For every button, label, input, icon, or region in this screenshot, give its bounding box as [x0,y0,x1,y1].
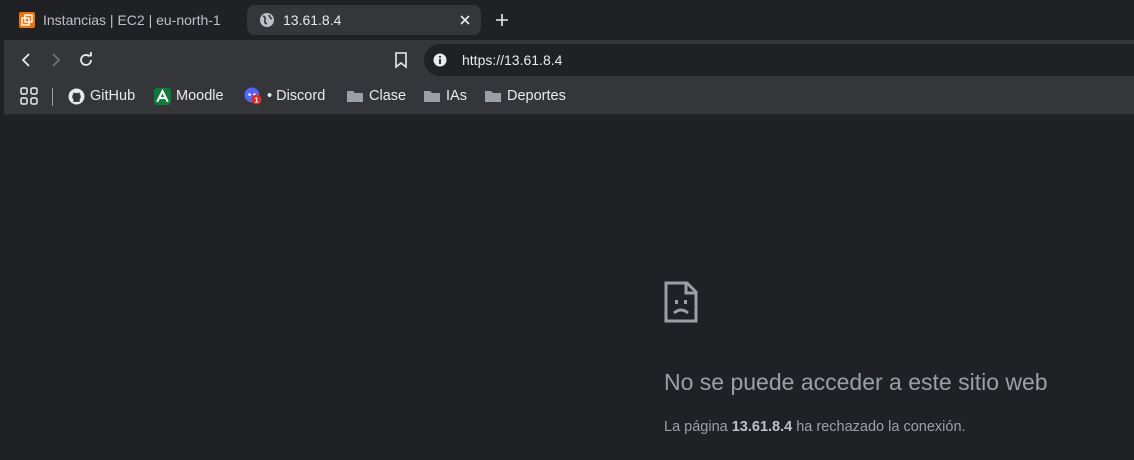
tab-title: Instancias | EC2 | eu-north-1 [43,12,221,28]
bookmark-folder-deportes[interactable]: Deportes [484,84,566,108]
github-icon [67,87,85,105]
new-tab-button[interactable] [492,10,512,30]
error-host: 13.61.8.4 [731,419,793,435]
url-input[interactable] [462,50,1062,70]
discord-icon: 1 [244,87,262,105]
bookmark-folder-ias[interactable]: IAs [423,84,467,108]
bookmark-label: Clase [369,88,407,104]
bookmark-folder-clase[interactable]: Clase [346,84,406,108]
bookmark-label: • Discord [267,88,326,104]
folder-icon [484,87,502,105]
forward-icon [52,53,61,67]
back-icon [21,53,30,67]
bookmark-button[interactable] [391,50,411,70]
plus-icon [496,14,508,26]
bookmarks-bar: GitHub Moodle 1 • Discord Clase IAs Depo… [4,80,1134,115]
info-icon[interactable] [432,52,448,68]
bookmark-moodle[interactable]: Moodle [153,84,224,108]
notification-badge: 1 [254,95,258,104]
back-button[interactable] [16,50,36,70]
reload-icon [80,52,92,66]
tab-ec2-instances[interactable]: Instancias | EC2 | eu-north-1 [10,5,242,35]
close-tab-icon[interactable] [457,12,473,28]
sad-page-icon [664,281,698,323]
page-content: No se puede acceder a este sitio web La … [4,115,1134,460]
address-bar[interactable] [424,44,1134,76]
divider [52,88,53,106]
forward-button[interactable] [46,50,66,70]
error-title: No se puede acceder a este sitio web [664,369,1048,395]
error-description: La página 13.61.8.4 ha rechazado la cone… [664,419,966,435]
moodle-icon [153,87,171,105]
tab-current-site[interactable]: 13.61.8.4 [247,5,481,35]
tab-title: 13.61.8.4 [283,12,342,28]
bookmark-label: Moodle [176,88,224,104]
apps-button[interactable] [20,84,38,108]
folder-icon [423,87,441,105]
bookmark-github[interactable]: GitHub [67,84,135,108]
reload-button[interactable] [76,50,96,70]
bookmark-label: Deportes [507,88,566,104]
error-desc-prefix: La página [664,419,732,435]
browser-toolbar [4,40,1134,80]
bookmark-icon [395,52,407,69]
aws-favicon-icon [19,12,35,28]
globe-icon [259,12,275,28]
bookmark-discord[interactable]: 1 • Discord [244,84,325,108]
tab-strip: Instancias | EC2 | eu-north-1 13.61.8.4 [0,0,1134,40]
folder-icon [346,87,364,105]
error-desc-suffix: ha rechazado la conexión. [792,419,966,435]
bookmark-label: IAs [446,88,467,104]
apps-grid-icon [20,87,38,105]
bookmark-label: GitHub [90,88,136,104]
